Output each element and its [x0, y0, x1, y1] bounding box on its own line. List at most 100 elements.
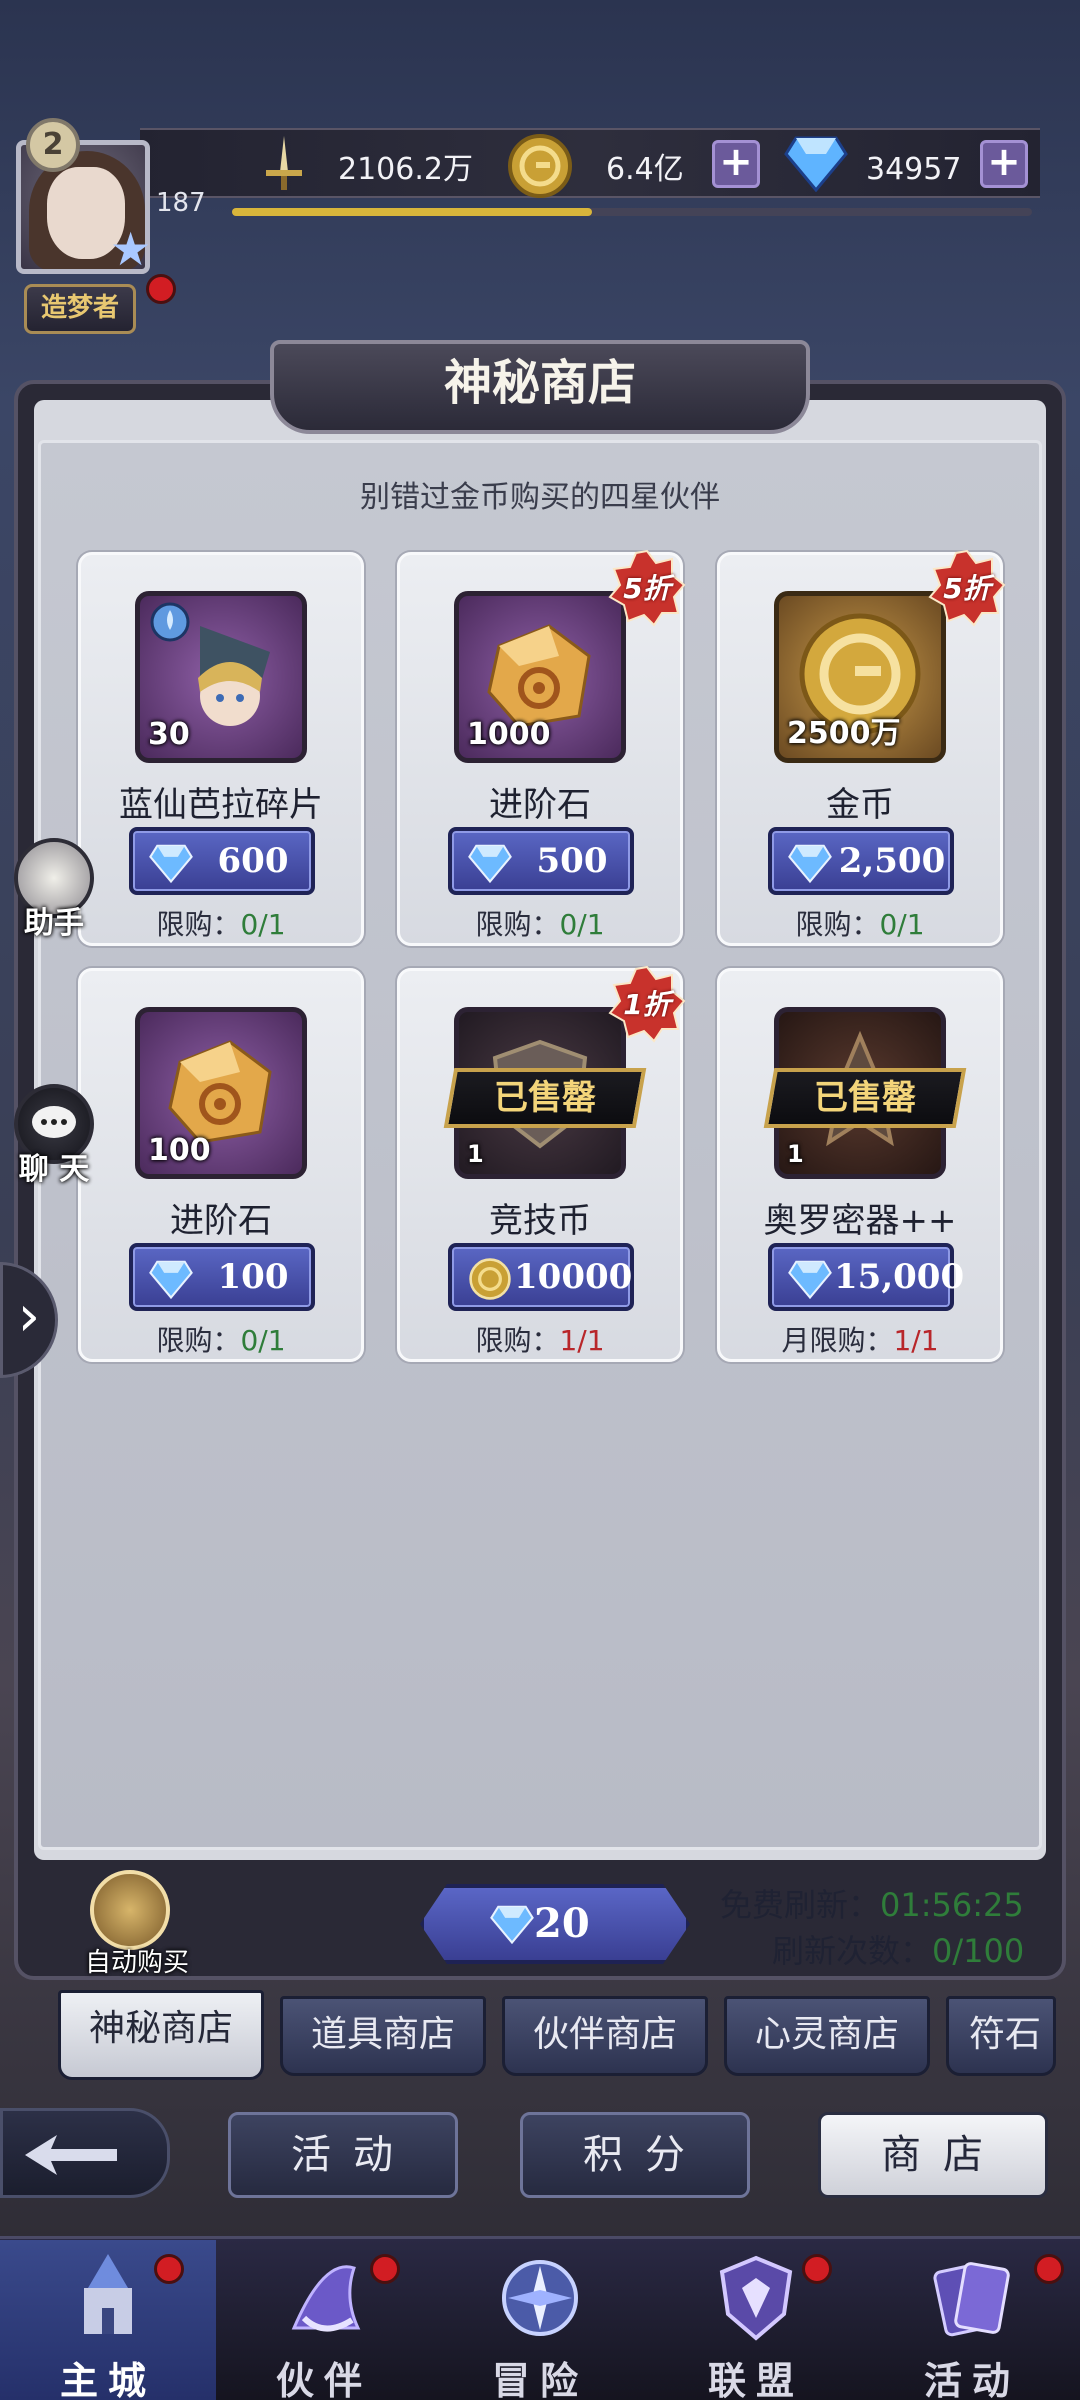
add-diamond-button[interactable]: +	[980, 140, 1028, 188]
star-icon: ★	[110, 222, 152, 276]
item-quantity: 1000	[467, 717, 551, 752]
notification-dot	[1034, 2254, 1064, 2284]
purchase-limit: 限购：1/1	[400, 1319, 680, 1359]
buy-button[interactable]: 15,000	[768, 1243, 965, 1311]
chat-button[interactable]: 聊 天	[4, 1084, 100, 1194]
item-name: 竞技币	[489, 1201, 591, 1241]
player-level-badge: 2	[26, 118, 80, 172]
tab-mystery-shop[interactable]: 神秘商店	[58, 1990, 264, 2080]
tab-spirit-shop[interactable]: 心灵商店	[724, 1996, 930, 2076]
shop-item-card[interactable]: 2500万 5折 金币 2,500 限购：0/1	[717, 549, 1006, 946]
buy-button[interactable]: 2,500	[768, 827, 954, 895]
sold-out-label: 已售罄	[494, 1078, 596, 1118]
diamond-icon	[468, 844, 512, 884]
item-price: 100	[217, 1257, 289, 1297]
subnav-points[interactable]: 积分	[520, 2112, 750, 2198]
sword-icon	[266, 136, 302, 190]
shop-item-card[interactable]: 100 进阶石 100 限购：0/1	[78, 968, 364, 1362]
diamond-icon	[788, 844, 832, 884]
exp-bar-fill	[232, 208, 592, 216]
nav-label: 主城	[59, 2358, 156, 2400]
free-refresh-label: 免费刷新：	[720, 1886, 881, 1924]
item-quantity: 2500万	[787, 716, 901, 751]
limit-count: 0/1	[879, 908, 925, 941]
discount-label: 1折	[623, 988, 671, 1021]
discount-badge: 5折	[608, 549, 686, 627]
auto-buy-button[interactable]: 自动购买	[72, 1870, 192, 1990]
gold-coin-icon	[469, 1258, 511, 1300]
diamond-icon	[490, 1905, 534, 1944]
shield-icon	[719, 2255, 793, 2341]
sold-out-banner: 已售罄	[763, 1068, 967, 1128]
nav-label: 活动	[923, 2358, 1020, 2400]
refresh-count: 刷新次数：0/100	[772, 1926, 1024, 1972]
hero-shard-icon: 30	[135, 591, 307, 763]
chat-label: 聊 天	[18, 1152, 90, 1187]
nav-main-city[interactable]: 主城	[0, 2240, 216, 2400]
sold-out-label: 已售罄	[814, 1078, 916, 1118]
item-quantity: 1	[467, 1140, 484, 1168]
orrery-artifact-icon: 已售罄 1	[763, 1007, 967, 1179]
refresh-count-value: 0/100	[932, 1932, 1025, 1970]
limit-label: 月限购：	[781, 1324, 894, 1357]
item-name: 进阶石	[170, 1201, 272, 1241]
shop-item-card[interactable]: 已售罄 1 1折 竞技币 10000 限购：1/1	[397, 965, 686, 1362]
limit-label: 限购：	[475, 1324, 560, 1357]
nav-alliance[interactable]: 联盟	[648, 2240, 864, 2400]
advance-stone-icon: 1000	[454, 591, 626, 763]
limit-count: 0/1	[559, 908, 605, 941]
nav-partners[interactable]: 伙伴	[216, 2240, 432, 2400]
refresh-button[interactable]: 20	[420, 1884, 690, 1964]
gold-value: 6.4亿	[606, 152, 684, 187]
limit-count: 0/1	[240, 908, 286, 941]
item-price: 2,500	[838, 841, 946, 881]
arena-coin-icon: 已售罄 1	[443, 1007, 647, 1179]
shop-item-card[interactable]: 30 蓝仙芭拉碎片 600 限购：0/1	[78, 552, 364, 946]
tab-item-shop[interactable]: 道具商店	[280, 1996, 486, 2076]
nav-events[interactable]: 活动	[864, 2240, 1080, 2400]
buy-button[interactable]: 500	[448, 827, 634, 895]
free-refresh-time: 01:56:25	[880, 1886, 1024, 1924]
player-rank-badge[interactable]: 造梦者	[24, 284, 136, 334]
buy-button[interactable]: 600	[129, 827, 315, 895]
tab-rune-shop[interactable]: 符石	[946, 1996, 1056, 2076]
buy-button[interactable]: 10000	[448, 1243, 634, 1311]
cards-icon	[933, 2262, 1010, 2337]
item-name: 进阶石	[489, 785, 591, 825]
item-name: 金币	[826, 785, 894, 825]
assistant-button[interactable]: 助手	[4, 838, 100, 948]
advance-stone-icon: 100	[135, 1007, 307, 1179]
item-price: 500	[536, 841, 608, 881]
purchase-limit: 限购：0/1	[400, 903, 680, 943]
page-title: 神秘商店	[443, 355, 636, 411]
discount-badge: 5折	[928, 549, 1006, 627]
subnav-activity[interactable]: 活动	[228, 2112, 458, 2198]
add-gold-button[interactable]: +	[712, 140, 760, 188]
purchase-limit: 限购：0/1	[720, 903, 1000, 943]
nav-label: 冒险	[491, 2358, 588, 2400]
diamond-icon	[149, 844, 193, 884]
discount-label: 5折	[623, 572, 671, 605]
item-quantity: 30	[148, 717, 190, 752]
shop-item-card[interactable]: 已售罄 1 奥罗密器++ 15,000 月限购：1/1	[717, 968, 1003, 1362]
power-value: 2106.2万	[338, 152, 473, 187]
item-quantity: 1	[787, 1140, 804, 1168]
buy-button[interactable]: 100	[129, 1243, 315, 1311]
refresh-cost: 20	[534, 1900, 590, 1947]
nav-adventure[interactable]: 冒险	[432, 2240, 648, 2400]
limit-label: 限购：	[156, 1324, 241, 1357]
diamond-icon	[788, 1260, 832, 1300]
free-refresh-timer: 免费刷新：01:56:25	[720, 1880, 1024, 1926]
tab-partner-shop[interactable]: 伙伴商店	[502, 1996, 708, 2076]
item-price: 10000	[514, 1257, 633, 1297]
back-button[interactable]	[0, 2108, 170, 2198]
purchase-limit: 月限购：1/1	[720, 1319, 1000, 1359]
shop-item-card[interactable]: 1000 5折 进阶石 500 限购：0/1	[397, 549, 686, 946]
subnav-shop[interactable]: 商店	[818, 2112, 1048, 2198]
assistant-label: 助手	[24, 906, 84, 941]
notification-dot	[154, 2254, 184, 2284]
item-price: 15,000	[834, 1257, 965, 1297]
diamond-icon	[784, 136, 848, 192]
item-name: 奥罗密器++	[763, 1201, 957, 1241]
limit-label: 限购：	[475, 908, 560, 941]
